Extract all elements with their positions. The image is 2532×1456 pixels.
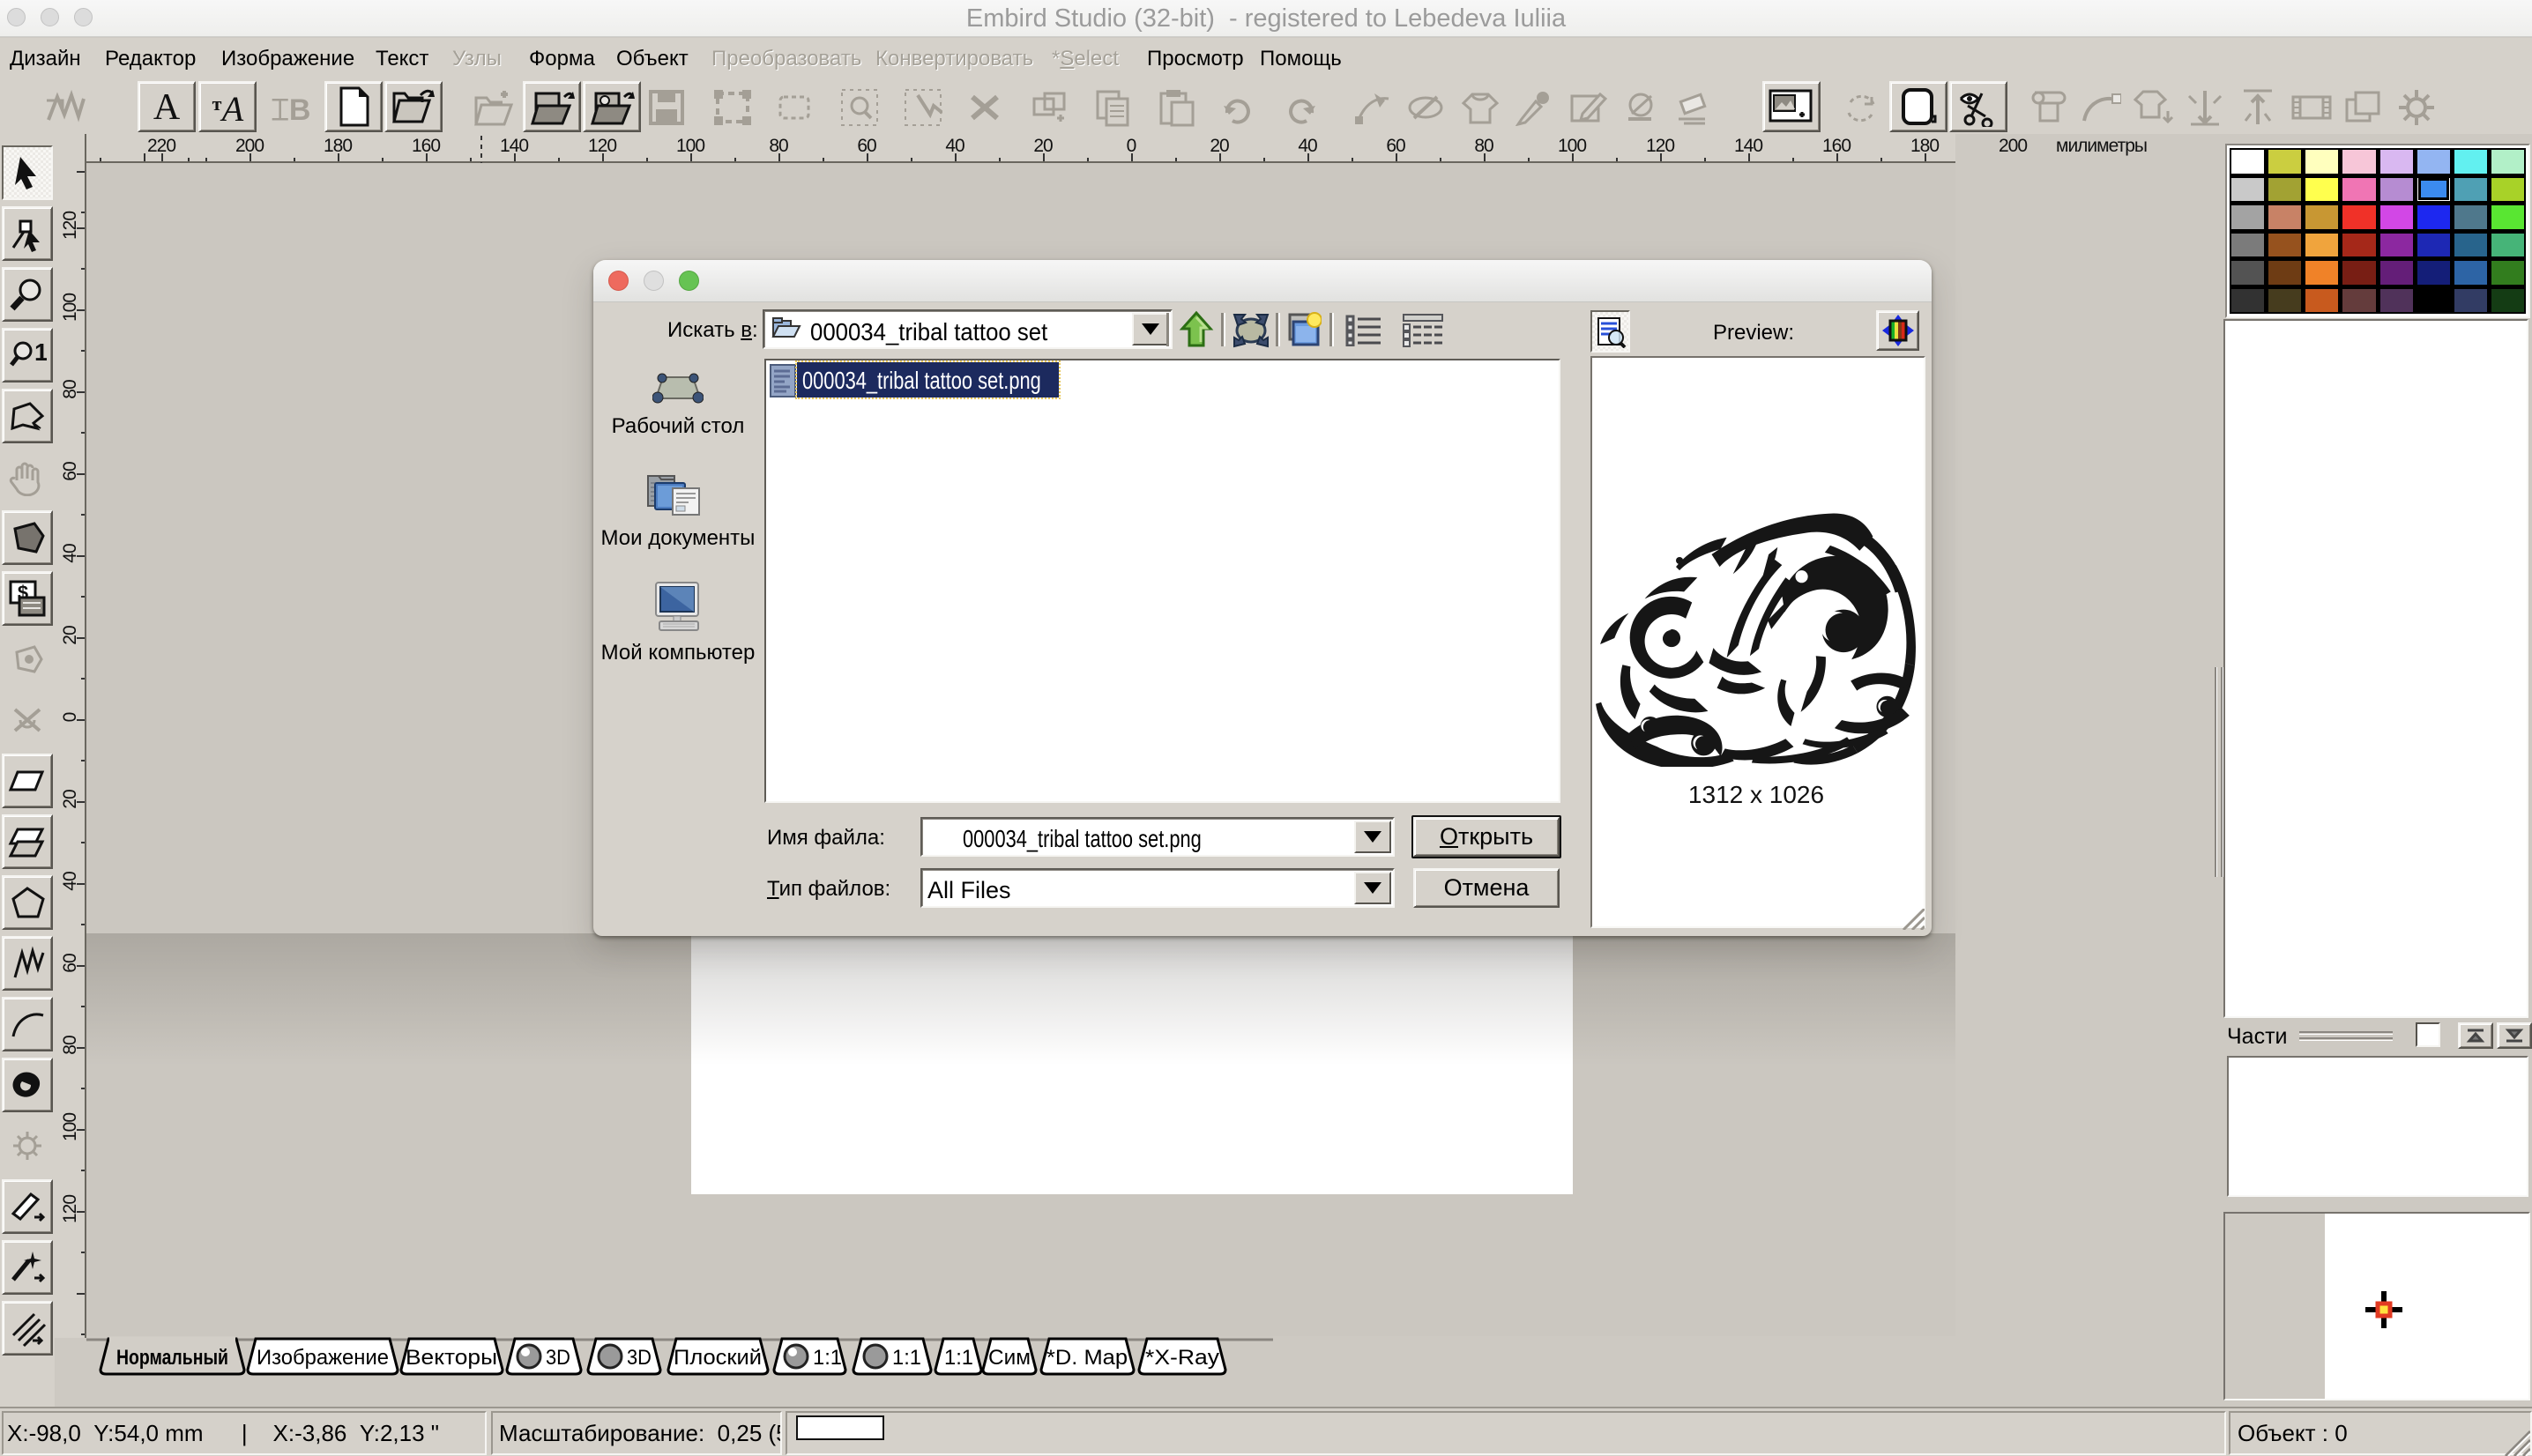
svg-text:Изображение: Изображение [257,1346,389,1370]
svg-text:т: т [212,93,222,115]
svg-text:1:1: 1:1 [892,1346,921,1370]
svg-text:A: A [153,87,181,126]
svg-text:Векторы: Векторы [406,1346,497,1370]
svg-text:Плоский: Плоский [674,1346,762,1370]
svg-text:Нормальный: Нормальный [116,1346,228,1370]
svg-text:1:1: 1:1 [944,1346,973,1370]
svg-text:3D: 3D [546,1346,570,1370]
svg-text:*X-Ray: *X-Ray [1145,1346,1219,1370]
svg-text:A: A [220,89,244,126]
svg-text:3D: 3D [627,1346,652,1370]
svg-text:1:1: 1:1 [813,1346,842,1370]
svg-text:Сим: Сим [988,1346,1031,1370]
svg-text:1: 1 [34,338,47,366]
svg-text:*D. Map: *D. Map [1046,1346,1128,1370]
svg-text:⌶B: ⌶B [272,93,311,127]
